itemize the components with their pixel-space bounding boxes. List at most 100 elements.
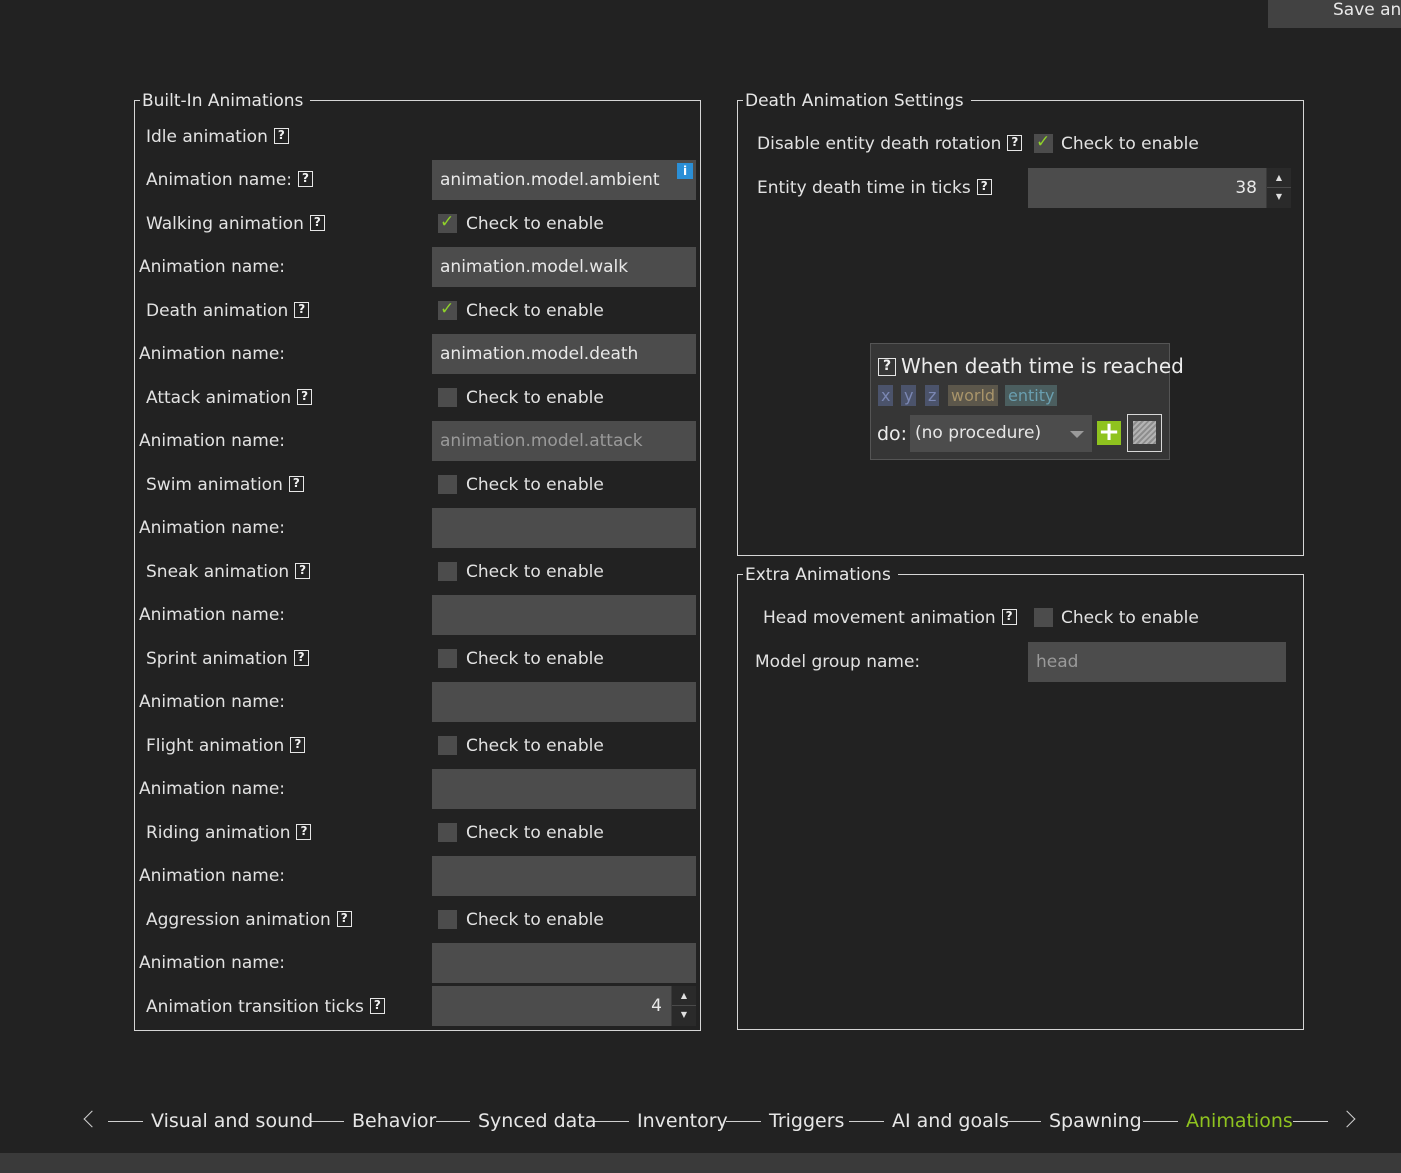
dependency-z: z [925,385,940,406]
tab-animations[interactable]: Animations [1186,1108,1293,1134]
death-settings-title: Death Animation Settings [743,91,971,111]
help-icon[interactable]: ? [976,179,992,195]
animation-row-label: Walking animation? [146,213,325,235]
animation-enable-checkbox[interactable] [438,649,457,668]
help-icon[interactable]: ? [1007,135,1023,151]
idle-animation-label: Idle animation? [146,126,289,148]
nav-divider [1007,1121,1041,1122]
idle-animation-text: Idle animation [146,127,268,147]
disable-death-rotation-label: Disable entity death rotation? [757,133,1023,155]
animation-row-text: Aggression animation [146,910,331,930]
animation-name-input[interactable]: animation.model.attack [432,421,696,461]
animation-row-label: Sneak animation? [146,561,311,583]
nav-divider [310,1121,344,1122]
animation-enable-checkbox[interactable] [438,736,457,755]
animation-enable-checkbox[interactable] [438,910,457,929]
nav-divider [1293,1121,1328,1122]
procedure-dropdown[interactable]: (no procedure) [910,415,1092,452]
head-movement-text: Head movement animation [763,608,996,628]
spinner-down-icon[interactable]: ▼ [1267,187,1291,208]
animation-row-label: Swim animation? [146,474,304,496]
help-icon[interactable]: ? [878,357,896,376]
animation-enable-checkbox[interactable] [438,823,457,842]
tab-triggers[interactable]: Triggers [769,1108,844,1134]
animation-enable-checkbox[interactable] [438,388,457,407]
death-time-text: Entity death time in ticks [757,178,971,198]
procedure-title-text: When death time is reached [901,354,1184,378]
animation-name-label: Animation name: [139,953,286,973]
animation-name-input[interactable] [432,943,696,983]
animation-enable-checkbox[interactable] [438,475,457,494]
edit-procedure-button[interactable] [1127,414,1162,452]
nav-divider [108,1121,143,1122]
nav-divider [594,1121,629,1122]
extra-animations-title: Extra Animations [743,565,898,585]
death-time-value: 38 [1235,178,1257,198]
tab-spawning[interactable]: Spawning [1049,1108,1142,1134]
tab-visual-and-sound[interactable]: Visual and sound [151,1108,313,1134]
check-to-enable-label: Check to enable [1061,608,1199,628]
transition-ticks-value: 4 [651,996,662,1016]
tab-synced-data[interactable]: Synced data [478,1108,596,1134]
status-bar [0,1153,1401,1173]
builtin-animations-title: Built-In Animations [140,91,311,111]
help-icon[interactable]: ? [296,824,312,840]
tab-ai-and-goals[interactable]: AI and goals [892,1108,1009,1134]
help-icon[interactable]: ? [309,215,325,231]
spinner-up-icon[interactable]: ▲ [1267,168,1291,188]
info-icon[interactable]: i [677,163,693,179]
transition-ticks-text: Animation transition ticks [146,997,364,1017]
save-and-close-button[interactable]: Save and [1268,0,1401,28]
animation-enable-checkbox[interactable]: ✓ [438,299,457,320]
animation-enable-checkbox[interactable] [438,562,457,581]
animation-row-label: Attack animation? [146,387,313,409]
animation-row-label: Riding animation? [146,822,312,844]
help-icon[interactable]: ? [369,998,385,1014]
check-to-enable-label: Check to enable [466,562,604,582]
help-icon[interactable]: ? [294,302,310,318]
tab-inventory[interactable]: Inventory [637,1108,728,1134]
transition-ticks-spinner[interactable]: 4 ▲ ▼ [432,986,696,1026]
help-icon[interactable]: ? [290,737,306,753]
save-button-label: Save and [1333,0,1401,20]
spinner-buttons: ▲ ▼ [671,986,696,1026]
animation-row-text: Riding animation [146,823,291,843]
animation-name-input[interactable] [432,769,696,809]
spinner-buttons: ▲ ▼ [1266,168,1291,208]
animation-name-input[interactable] [432,856,696,896]
animation-name-label: Animation name: [139,431,286,451]
help-icon[interactable]: ? [1001,609,1017,625]
animation-name-label: Animation name: [139,866,286,886]
animation-name-label: Animation name: [139,518,286,538]
death-time-spinner[interactable]: 38 ▲ ▼ [1028,168,1291,208]
help-icon[interactable]: ? [288,476,304,492]
head-movement-checkbox[interactable] [1034,608,1053,627]
animation-name-input[interactable]: animation.model.death [432,334,696,374]
disable-death-rotation-checkbox[interactable]: ✓ [1034,132,1053,153]
animation-enable-checkbox[interactable]: ✓ [438,212,457,233]
spinner-up-icon[interactable]: ▲ [672,986,696,1006]
model-group-input[interactable]: head [1028,642,1286,682]
animation-name-input[interactable] [432,508,696,548]
check-to-enable-label: Check to enable [466,649,604,669]
animation-row-label: Death animation? [146,300,310,322]
help-icon[interactable]: ? [293,650,309,666]
spinner-down-icon[interactable]: ▼ [672,1005,696,1026]
nav-prev-icon[interactable] [83,1110,101,1128]
help-icon[interactable]: ? [273,128,289,144]
animation-name-input[interactable]: animation.model.walk [432,247,696,287]
idle-animation-name-input[interactable]: animation.model.ambient i [432,160,696,200]
tab-behavior[interactable]: Behavior [352,1108,436,1134]
help-icon[interactable]: ? [298,171,314,187]
help-icon[interactable]: ? [295,563,311,579]
help-icon[interactable]: ? [336,911,352,927]
disable-death-rotation-text: Disable entity death rotation [757,134,1002,154]
animation-row-text: Attack animation [146,388,292,408]
idle-animation-name-label: Animation name:? [146,169,314,191]
animation-name-input[interactable] [432,595,696,635]
animation-row-label: Sprint animation? [146,648,309,670]
help-icon[interactable]: ? [297,389,313,405]
animation-name-input[interactable] [432,682,696,722]
add-procedure-button[interactable]: + [1097,419,1121,445]
nav-next-icon[interactable] [1338,1110,1356,1128]
